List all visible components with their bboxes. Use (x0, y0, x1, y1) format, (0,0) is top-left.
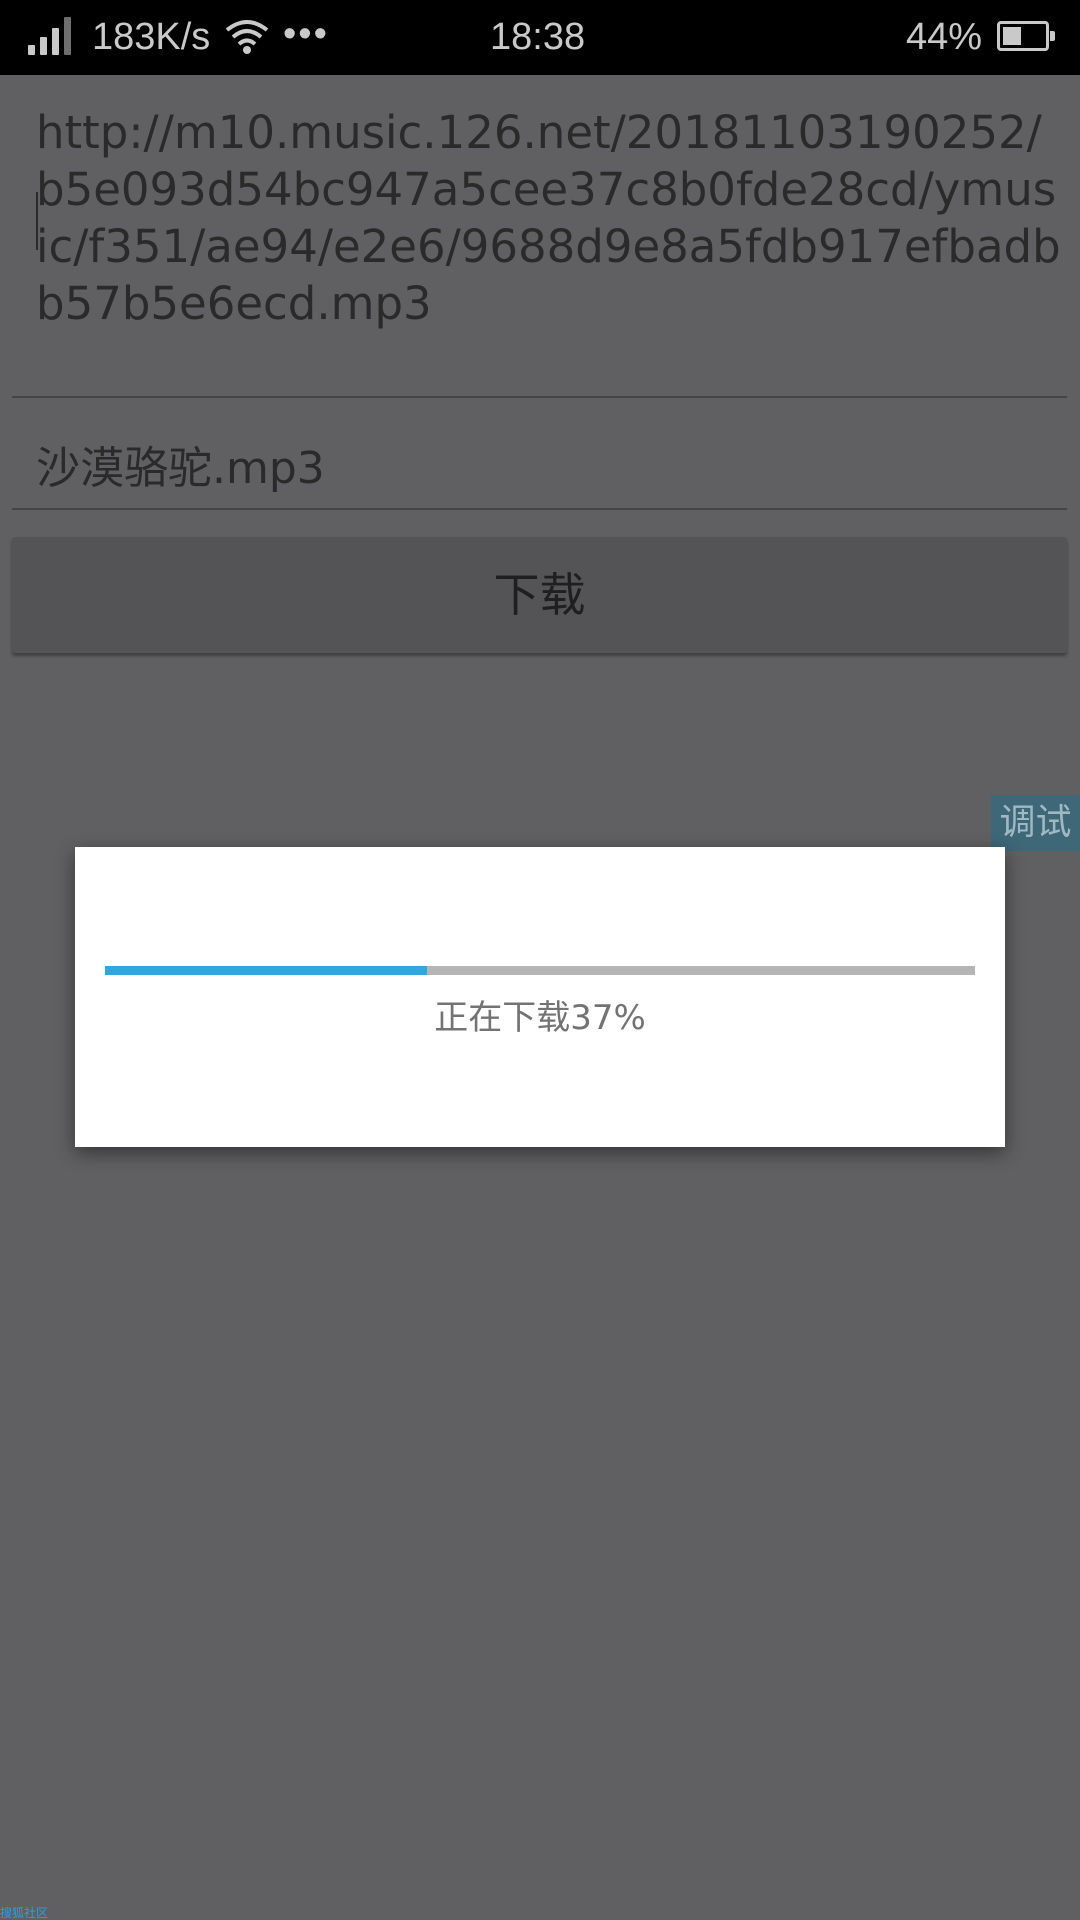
download-progress-dialog: 正在下载37% (75, 847, 1005, 1147)
progress-bar (105, 966, 975, 975)
wifi-icon (225, 20, 269, 54)
progress-bar-fill (105, 966, 427, 975)
filename-input-value: 沙漠骆驼.mp3 (36, 443, 325, 494)
url-input-value: http://m10.music.126.net/20181103190252/… (36, 106, 1061, 330)
battery-icon (997, 21, 1055, 51)
network-speed: 183K/s (92, 16, 211, 58)
status-bar: 183K/s ••• 18:38 44% (0, 0, 1080, 75)
url-input[interactable]: http://m10.music.126.net/20181103190252/… (12, 92, 1067, 398)
battery-percent: 44% (906, 16, 983, 58)
watermark: 搜狐社区 (0, 1906, 49, 1920)
progress-status-text: 正在下载37% (434, 998, 646, 1038)
debug-tab[interactable]: 调试 (991, 795, 1080, 851)
filename-input[interactable]: 沙漠骆驼.mp3 (12, 433, 1067, 510)
download-button[interactable]: 下载 (12, 537, 1067, 653)
text-caret (36, 192, 38, 250)
clock: 18:38 (490, 16, 586, 58)
signal-icon (28, 17, 74, 55)
more-notifications-icon: ••• (283, 13, 329, 55)
